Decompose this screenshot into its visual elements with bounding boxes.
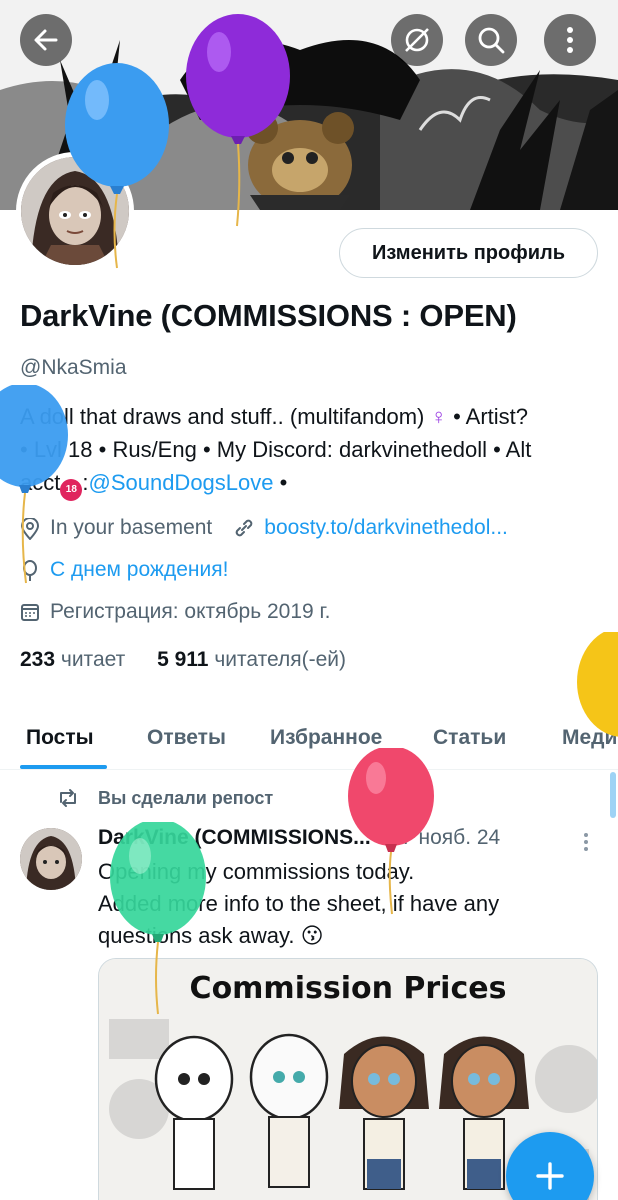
repost-label: Вы сделали репост xyxy=(98,787,274,808)
image-title: Commission Prices xyxy=(189,971,507,1006)
crossed-circle-icon xyxy=(405,28,429,52)
more-vertical-icon xyxy=(567,27,573,53)
calendar-icon xyxy=(20,602,40,622)
following-link[interactable]: 233 читает xyxy=(20,648,125,671)
age-18-icon: 18 xyxy=(60,479,83,501)
female-symbol: ♀ xyxy=(430,404,447,429)
post-author-name[interactable]: DarkVine (COMMISSIONS... xyxy=(98,826,371,849)
search-button[interactable] xyxy=(465,14,517,66)
balloon-icon xyxy=(20,560,40,581)
website-link[interactable]: boosty.to/darkvinethedol... xyxy=(264,516,508,540)
edit-profile-button[interactable]: Изменить профиль xyxy=(339,228,598,278)
plus-icon xyxy=(536,1162,564,1190)
repost-indicator: Вы сделали репост xyxy=(56,786,273,810)
back-button[interactable] xyxy=(20,14,72,66)
post-more-button[interactable] xyxy=(580,830,592,854)
scrollbar-thumb[interactable] xyxy=(610,772,616,818)
bio-text: • Lvl 18 • Rus/Eng • My Discord: darkvin… xyxy=(20,437,532,462)
joined-row: Регистрация: октябрь 2019 г. xyxy=(20,600,331,624)
followers-label: читателя(-ей) xyxy=(214,648,346,671)
birthday-row: С днем рождения! xyxy=(20,558,228,582)
birthday-link[interactable]: С днем рождения! xyxy=(50,558,228,582)
location-text: In your basement xyxy=(50,516,213,539)
post-avatar-image xyxy=(20,828,82,890)
tab-likes[interactable]: Избранное xyxy=(270,706,382,770)
post-text-line: questions ask away. 😗 xyxy=(98,923,324,948)
location-row: In your basement boosty.to/darkvinethedo… xyxy=(20,516,508,540)
search-icon xyxy=(478,27,505,54)
post-date[interactable]: · 07 нояб. 24 xyxy=(371,826,501,849)
post-text-line: Opening my commissions today. xyxy=(98,859,415,884)
post-header: DarkVine (COMMISSIONS... · 07 нояб. 24 xyxy=(98,826,500,850)
joined-text: Регистрация: октябрь 2019 г. xyxy=(50,600,331,623)
bio-text: • Artist? xyxy=(446,404,529,429)
following-count: 233 xyxy=(20,648,56,671)
following-label: читает xyxy=(60,648,126,671)
profile-avatar[interactable] xyxy=(16,152,134,270)
followers-link[interactable]: 5 911 читателя(-ей) xyxy=(157,648,346,671)
repost-icon xyxy=(56,786,80,810)
mention-link[interactable]: @SoundDogsLove xyxy=(88,470,273,495)
avatar-image xyxy=(21,157,129,265)
post-text: Opening my commissions today. Added more… xyxy=(98,856,598,952)
more-button[interactable] xyxy=(544,14,596,66)
crossed-circle-button[interactable] xyxy=(391,14,443,66)
bio-text: A doll that draws and stuff.. (multifand… xyxy=(20,404,431,429)
active-tab-indicator xyxy=(20,765,107,769)
bio-text: acct xyxy=(20,470,61,495)
location-pin-icon xyxy=(20,518,40,540)
tab-media[interactable]: Меди xyxy=(562,706,617,770)
profile-bio: A doll that draws and stuff.. (multifand… xyxy=(20,400,610,501)
more-vertical-icon xyxy=(584,833,588,851)
link-icon xyxy=(234,518,254,538)
follow-stats: 233 читает 5 911 читателя(-ей) xyxy=(20,648,346,672)
post-text-line: Added more info to the sheet, if have an… xyxy=(98,891,500,916)
post-author-avatar[interactable] xyxy=(20,828,82,890)
followers-count: 5 911 xyxy=(157,648,209,671)
tab-posts[interactable]: Посты xyxy=(26,706,94,770)
arrow-left-icon xyxy=(34,29,58,51)
user-handle: @NkaSmia xyxy=(20,356,127,379)
display-name: DarkVine (COMMISSIONS : OPEN) xyxy=(20,298,517,333)
profile-tabs: Посты Ответы Избранное Статьи Меди xyxy=(0,706,618,770)
bio-text: • xyxy=(273,470,288,495)
tab-replies[interactable]: Ответы xyxy=(147,706,226,770)
tab-articles[interactable]: Статьи xyxy=(433,706,506,770)
